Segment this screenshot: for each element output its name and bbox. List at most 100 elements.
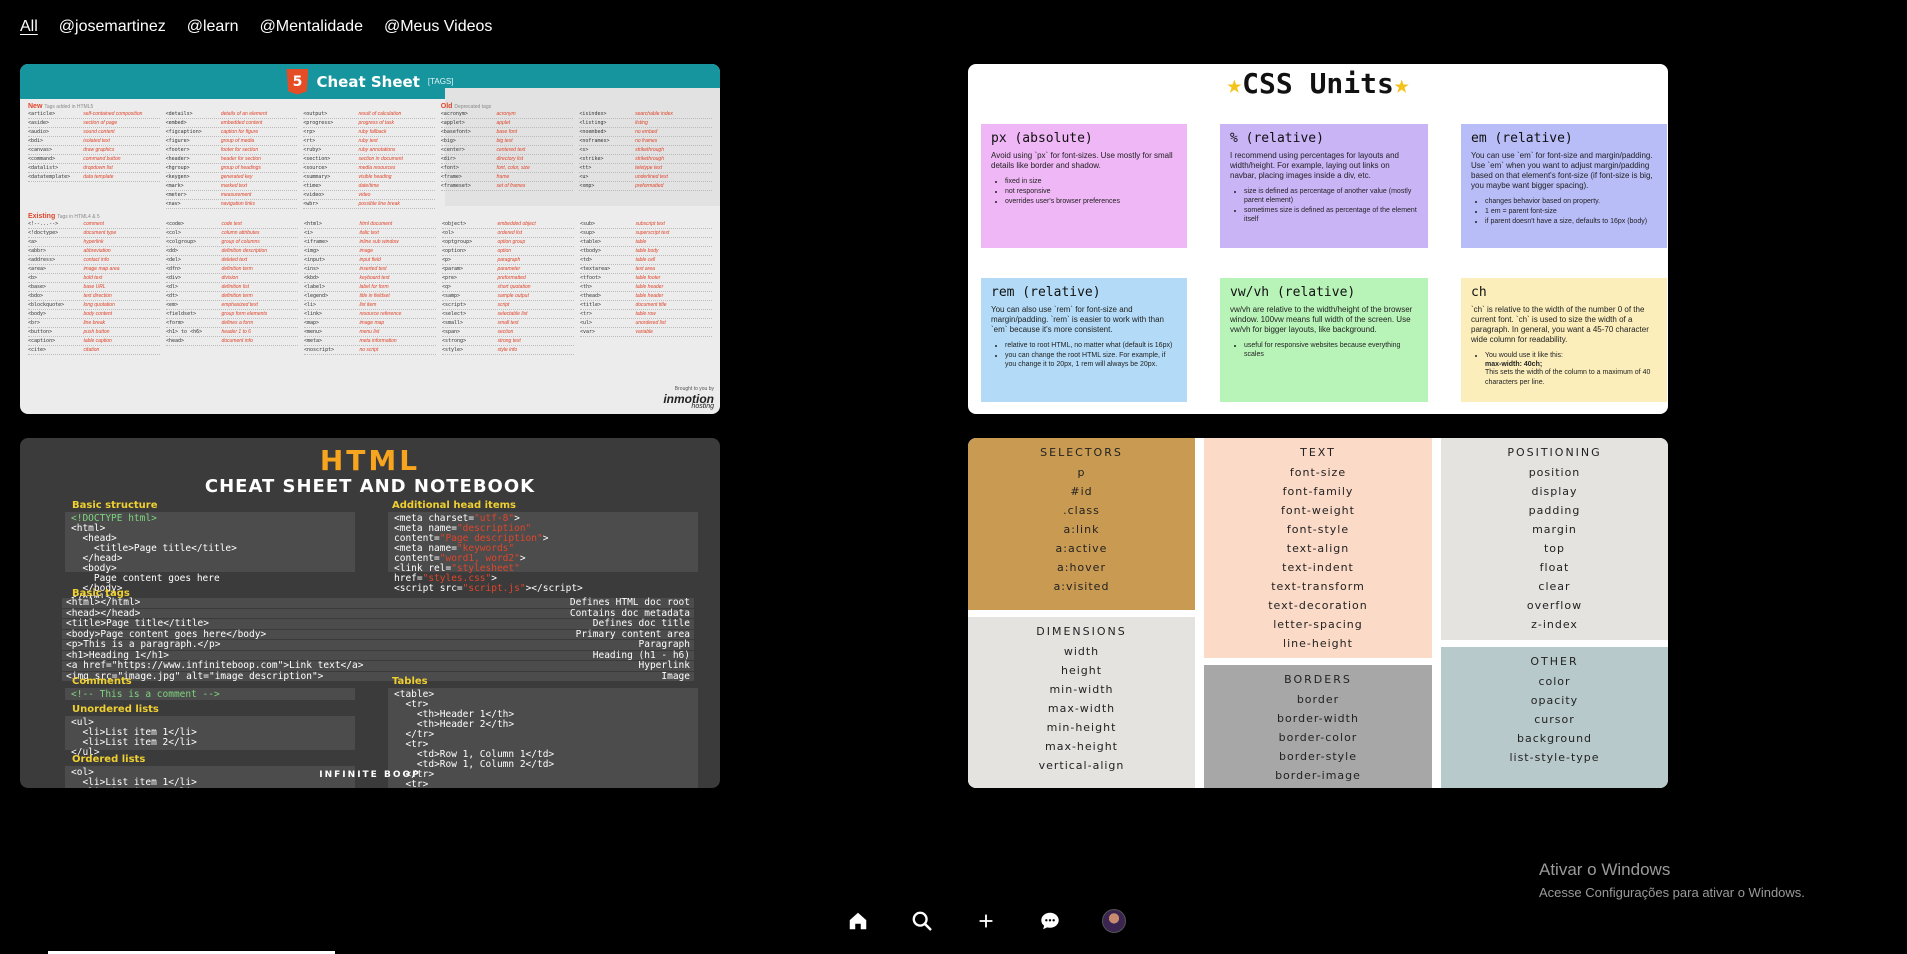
tag-description: text direction [83,293,112,299]
tag-description: header for section [220,156,261,162]
html-notebook-card[interactable]: HTML CHEAT SHEET AND NOTEBOOK Basic stru… [20,438,720,788]
tag-name: <a> [28,239,38,245]
watermark-subtitle: Acesse Configurações para ativar o Windo… [1539,885,1805,900]
tag-row: <listing> listing [579,119,712,128]
tag-row: <iframe> inline sub window [304,238,436,247]
tag-row: <tr> table row [580,310,712,319]
html-cheatsheet-card[interactable]: 5 Cheat Sheet [TAGS] New Tags added in H… [20,64,720,414]
tab-learn[interactable]: @learn [187,18,239,36]
notebook-footer: INFINITE BOOP [319,770,421,780]
search-button[interactable] [890,908,954,934]
tag-row: <textarea> text area [580,265,712,274]
tag-name: <tfoot> [580,275,602,281]
property-item: border [1296,693,1340,706]
tag-name: <u> [579,174,589,180]
tag-line: <title>Page title</title> Defines doc tit… [62,619,694,629]
new-tags-grid: <article> self-contained composition <asid… [28,110,435,209]
search-icon [912,911,932,931]
tag-name: <ruby> [303,147,322,153]
tab-bar: All @josemartinez @learn @Mentalidade @M… [20,18,513,36]
tag-row: <xmp> preformatted [579,182,712,191]
tag-row: <canvas> draw graphics [28,146,160,155]
tag-description: searchable index [635,111,673,117]
tag-description: table [635,239,647,245]
tag-description: strong text [497,338,521,344]
tag-row: <command> command button [28,155,160,164]
property-item: z-index [1531,618,1578,631]
create-button[interactable] [954,908,1018,934]
tab-all[interactable]: All [20,18,38,36]
plus-icon [979,914,993,928]
other-box: OTHER color opacity cursor background list-st… [1441,647,1668,788]
tag-name: <em> [166,302,179,308]
tag-row: <figcaption> caption for figure [165,128,298,137]
tag-row: <frame> frame [440,173,574,182]
messages-button[interactable] [1018,908,1082,934]
tag-name: <tt> [579,165,592,171]
tag-row: <noscript> no script [304,346,436,355]
tag-description: visible heading [358,174,392,180]
unit-bullet: overrides user's browser preferences [1005,197,1177,206]
tag-code: <title>Page title</title> [66,618,209,629]
css-units-card[interactable]: ★CSS Units★ px (absolute) Avoid using `px… [968,64,1668,414]
unit-bullet: 1 em = parent font-size [1485,207,1657,216]
tag-name: <param> [442,266,464,272]
tag-row: <map> image map [304,319,436,328]
tag-name: <command> [28,156,56,162]
unit-bullet: not responsive [1005,187,1177,196]
home-button[interactable] [826,908,890,934]
tag-description: menu list [359,329,380,335]
existing-tags-grid: <!--...--> comment <!doctype> document type… [28,220,712,355]
tag-name: <datatemplate> [28,174,71,180]
tag-row: <em> emphasized text [166,301,298,310]
tag-description: directory list [496,156,524,162]
tag-name: <s> [579,147,589,153]
tab-mentalidade[interactable]: @Mentalidade [260,18,363,36]
unit-bullets: changes behavior based on property.1 em … [1471,197,1657,226]
tag-description: table row [635,311,656,317]
tag-row: <meter> measurement [165,191,298,200]
new-tags-heading: New Tags added in HTML5 [28,103,94,110]
property-item: max-width [1047,702,1116,715]
tag-description: base font [496,129,518,135]
tag-description: navigation links [220,201,256,207]
unit-title: rem (relative) [991,285,1101,300]
tab-meus-videos[interactable]: @Meus Videos [384,18,492,36]
profile-button[interactable] [1082,908,1146,934]
tag-description: resource reference [359,311,402,317]
tag-description: preformatted [635,183,664,189]
tag-description: title in fieldset [359,293,390,299]
property-item: line-height [1283,637,1353,650]
tag-description: possible line break [358,201,400,207]
tag-row: <dt> definition term [166,292,298,301]
unit-title: px (absolute) [991,131,1093,146]
property-item: font-style [1286,523,1350,536]
tag-column: <object> embedded object <ol> ordered list <… [442,220,574,355]
unit-title: em (relative) [1471,131,1573,146]
tag-name: <applet> [440,120,465,126]
tag-row: <applet> applet [440,119,574,128]
tag-name: <i> [304,230,314,236]
tag-name: <source> [303,165,328,171]
tag-name: <header> [165,156,190,162]
tag-description: document info [221,338,253,344]
existing-tags-heading: Existing Tags in HTML4 & 5 [28,213,100,220]
tag-name: <keygen> [165,174,190,180]
tag-row: <title> document title [580,301,712,310]
tag-name: <frame> [440,174,462,180]
tag-name: <var> [580,329,596,335]
tag-description: data template [83,174,114,180]
tag-name: <frameset> [440,183,471,189]
tag-description: caption for figure [220,129,259,135]
tag-name: <mark> [165,183,184,189]
tag-meaning: Primary content area [575,628,690,640]
tag-name: <legend> [304,293,329,299]
css-properties-card[interactable]: SELECTORS p #id .class a:link a:active a:hover… [968,438,1668,788]
tag-name: <thead> [580,293,602,299]
tag-row: <nav> navigation links [165,200,298,209]
tag-name: <acronym> [440,111,468,117]
tag-description: long quotation [83,302,115,308]
unit-bullets: fixed in sizenot responsiveoverrides use… [991,177,1177,206]
tab-josemartinez[interactable]: @josemartinez [59,18,166,36]
tag-name: <figcaption> [165,129,202,135]
